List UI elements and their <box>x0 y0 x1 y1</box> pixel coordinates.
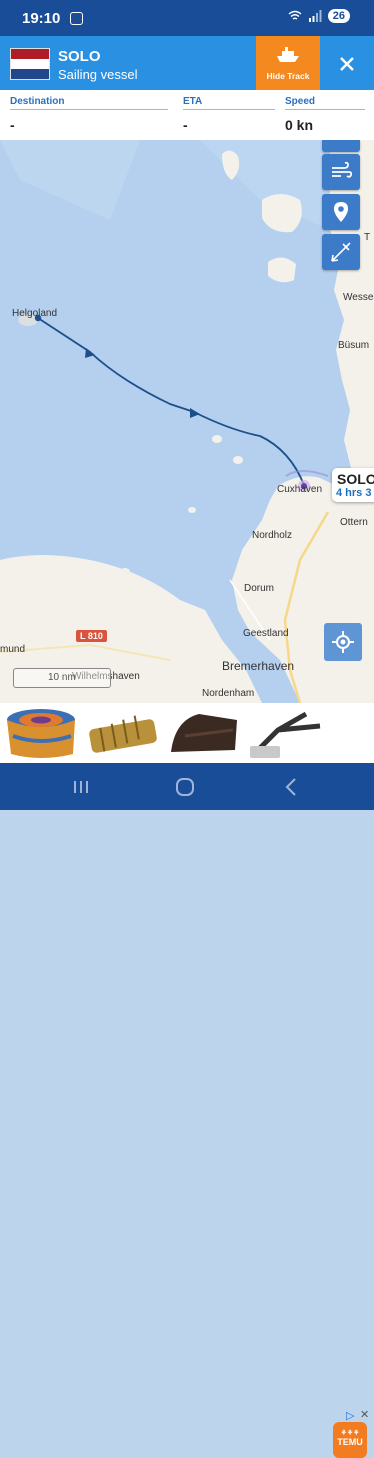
battery-indicator: 26 <box>327 9 350 23</box>
measure-button[interactable] <box>322 234 360 270</box>
hide-track-button[interactable]: Hide Track <box>256 36 320 90</box>
recent-apps-button[interactable] <box>66 776 96 798</box>
place-mund: mund <box>0 644 26 655</box>
flag-icon <box>10 48 50 80</box>
place-geestland: Geestland <box>243 628 289 639</box>
road-badge: L 810 <box>76 630 107 642</box>
tablecloth-image <box>7 709 75 758</box>
scale-bar: 10 nm <box>13 668 111 688</box>
place-nordenham: Nordenham <box>202 688 255 699</box>
ad-item-pliers[interactable] <box>246 706 324 760</box>
map-canvas <box>0 140 374 703</box>
destination-label: Destination <box>10 96 168 110</box>
cryptex-image <box>89 715 157 753</box>
close-icon <box>340 57 354 71</box>
recent-apps-icon <box>74 781 88 793</box>
holder-image <box>171 714 237 752</box>
temu-logo[interactable]: ⚘⚘⚘ TEMU <box>333 1422 367 1458</box>
ad-banner[interactable]: ▷ ✕ ⚘⚘⚘ TEMU <box>0 703 374 1458</box>
vessel-type: Sailing vessel <box>58 67 138 82</box>
ports-button[interactable] <box>322 194 360 230</box>
place-busum: Büsum <box>338 340 370 351</box>
close-button[interactable] <box>320 36 374 90</box>
place-bremerhaven: Bremerhaven <box>222 659 295 673</box>
screenshot-icon <box>70 11 84 25</box>
place-nordholz: Nordholz <box>252 530 293 541</box>
eta-value: - <box>183 117 188 133</box>
vessel-header: SOLO Sailing vessel Hide Track <box>0 36 374 90</box>
crosshair-icon <box>332 631 354 653</box>
voyage-info: Destination - ETA - Speed 0 kn <box>0 90 374 140</box>
map-view[interactable]: Helgoland Wesse Büsum Cuxhaven Ottern No… <box>0 140 374 703</box>
my-location-button[interactable] <box>324 623 362 661</box>
pliers-image <box>250 711 321 758</box>
location-pin-icon <box>334 202 348 222</box>
ad-item-holder[interactable] <box>165 706 243 760</box>
vessel-map-label[interactable]: SOLO 4 hrs 3 <box>332 468 374 502</box>
destination-field: Destination - <box>10 96 168 133</box>
status-time: 19:10 <box>22 9 61 27</box>
destination-value: - <box>10 117 15 133</box>
ad-item-tablecloth[interactable] <box>3 706 81 760</box>
place-helgoland: Helgoland <box>12 308 58 319</box>
eta-label: ETA <box>183 96 275 110</box>
vessel-label-time: 4 hrs 3 <box>336 487 372 499</box>
ad-item-cryptex[interactable] <box>84 706 162 760</box>
system-nav-bar <box>0 763 374 810</box>
hide-track-label: Hide Track <box>266 71 310 81</box>
layers-button[interactable] <box>322 140 360 152</box>
home-icon <box>176 778 194 796</box>
place-otterndorf: Ottern <box>340 517 368 528</box>
weather-button[interactable] <box>322 154 360 190</box>
wifi-icon <box>288 10 302 20</box>
vessel-label-name: SOLO <box>337 471 374 487</box>
home-button[interactable] <box>170 776 200 798</box>
speed-value: 0 kn <box>285 117 314 133</box>
back-button[interactable] <box>276 776 306 798</box>
wind-icon <box>332 161 353 178</box>
compass-icon <box>331 242 351 262</box>
ship-icon <box>277 47 299 62</box>
place-cuxhaven: Cuxhaven <box>277 484 323 495</box>
back-icon <box>285 778 296 796</box>
eta-field: ETA - <box>183 96 275 133</box>
ad-choices-icon[interactable]: ▷ <box>346 1409 354 1422</box>
place-wesselburen: Wesse <box>343 292 374 303</box>
scale-label: 10 nm <box>48 672 76 683</box>
signal-icon <box>308 10 322 22</box>
status-bar: 19:10 26 <box>0 0 374 36</box>
place-top-right: T <box>364 232 371 243</box>
vessel-name: SOLO <box>58 48 101 65</box>
place-dorum: Dorum <box>244 583 275 594</box>
speed-field: Speed 0 kn <box>285 96 365 133</box>
speed-label: Speed <box>285 96 365 110</box>
temu-label: TEMU <box>337 1437 363 1447</box>
ad-close-icon[interactable]: ✕ <box>360 1408 369 1421</box>
